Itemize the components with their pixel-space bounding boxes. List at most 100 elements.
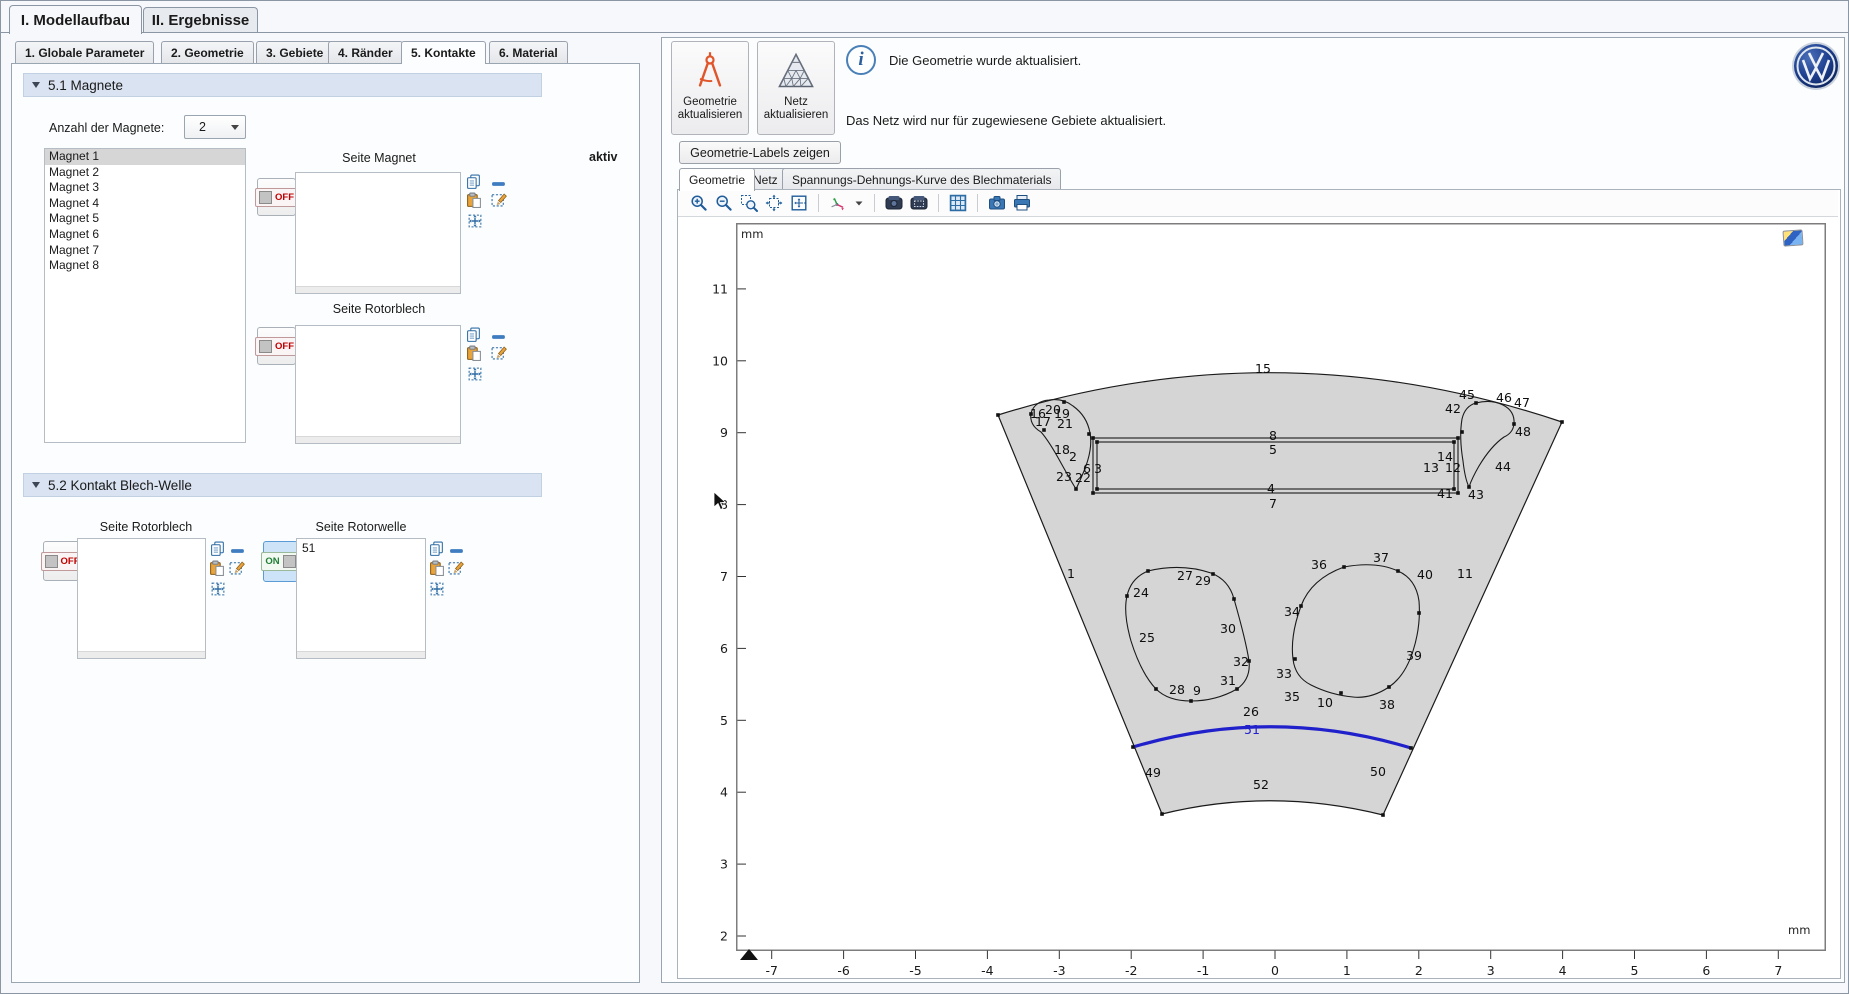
- paste-selection-icon[interactable]: [466, 345, 482, 361]
- app-window: I. Modellaufbau II. Ergebnisse 1. Global…: [0, 0, 1849, 994]
- paste-selection-icon[interactable]: [209, 560, 225, 576]
- zoom-to-selection-icon[interactable]: [467, 213, 483, 229]
- boundary-label-45: 45: [1459, 387, 1475, 402]
- toggle-off-label: OFF: [275, 341, 294, 352]
- tab-kontakte[interactable]: 5. Kontakte: [401, 41, 486, 64]
- paste-selection-icon[interactable]: [429, 560, 445, 576]
- section-kontakt[interactable]: 5.2 Kontakt Blech-Welle: [23, 473, 542, 497]
- copy-selection-icon[interactable]: [466, 327, 482, 343]
- anzahl-magnete-dropdown[interactable]: 2: [184, 115, 246, 139]
- magnet-list-item[interactable]: Magnet 4: [45, 196, 245, 212]
- chevron-down-icon: [231, 125, 239, 130]
- boundary-label-40: 40: [1417, 567, 1433, 582]
- tab-ergebnisse-label: II. Ergebnisse: [152, 12, 250, 29]
- tab-gebiete[interactable]: 3. Gebiete: [256, 41, 333, 63]
- boundary-label-27: 27: [1177, 568, 1193, 583]
- view-orientation-dropdown-icon[interactable]: [852, 192, 866, 214]
- section-magnete[interactable]: 5.1 Magnete: [23, 73, 542, 97]
- plot-thumbnail-icon[interactable]: [1782, 229, 1803, 246]
- kontakt-rotorwelle-selection-box[interactable]: 51: [296, 538, 426, 659]
- remove-selection-icon[interactable]: [491, 176, 507, 192]
- print-icon[interactable]: [1011, 192, 1033, 214]
- zoom-out-icon[interactable]: [713, 192, 735, 214]
- boundary-label-51: 51: [1244, 722, 1260, 737]
- magnet-list-item[interactable]: Magnet 7: [45, 243, 245, 259]
- magnet-list-item[interactable]: Magnet 3: [45, 180, 245, 196]
- boundary-label-4: 4: [1267, 481, 1275, 496]
- zoom-to-selection-icon[interactable]: [429, 581, 445, 597]
- zoom-in-icon[interactable]: [688, 192, 710, 214]
- tab-geometrie[interactable]: 2. Geometrie: [161, 41, 254, 63]
- fit-view-icon[interactable]: [788, 192, 810, 214]
- boundary-label-35: 35: [1284, 689, 1300, 704]
- svg-text:1: 1: [1343, 963, 1351, 978]
- zoom-box-icon[interactable]: [738, 192, 760, 214]
- view-tab-geometrie[interactable]: Geometrie: [679, 168, 755, 191]
- tab-material[interactable]: 6. Material: [489, 41, 568, 63]
- hscrollbar[interactable]: [78, 651, 205, 658]
- boundary-label-52: 52: [1253, 777, 1269, 792]
- magnet-list-item[interactable]: Magnet 2: [45, 165, 245, 181]
- tab-label: 3. Gebiete: [266, 46, 323, 60]
- boundary-label-30: 30: [1220, 621, 1236, 636]
- tab-raender[interactable]: 4. Ränder: [328, 41, 403, 63]
- selection-item[interactable]: 51: [297, 539, 425, 555]
- magnet-list-item[interactable]: Magnet 1: [45, 149, 245, 165]
- clear-selection-icon[interactable]: [229, 559, 245, 575]
- toggle-off-label: OFF: [275, 192, 294, 203]
- kontakt-rotorblech-selection-box[interactable]: [77, 538, 206, 659]
- hscrollbar[interactable]: [296, 436, 460, 443]
- magnet-list-item[interactable]: Magnet 5: [45, 211, 245, 227]
- seite-magnet-selection-box[interactable]: [295, 172, 461, 294]
- svg-text:5: 5: [1631, 963, 1639, 978]
- svg-text:6: 6: [1702, 963, 1710, 978]
- show-geometry-labels-label: Geometrie-Labels zeigen: [690, 146, 830, 160]
- kontakt-rotorblech-toggle[interactable]: OFF: [43, 541, 81, 581]
- magnet-list[interactable]: Magnet 1Magnet 2Magnet 3Magnet 4Magnet 5…: [44, 148, 246, 443]
- y-axis-unit: mm: [741, 227, 763, 241]
- snapshot-camera-icon[interactable]: [986, 192, 1008, 214]
- clear-selection-icon[interactable]: [491, 344, 507, 360]
- update-mesh-button[interactable]: Netz aktualisieren: [757, 41, 835, 135]
- copy-selection-icon[interactable]: [429, 541, 445, 557]
- seite-rotorblech-toggle[interactable]: OFF: [257, 327, 296, 365]
- seite-rotorblech-selection-box[interactable]: [295, 325, 461, 444]
- boundary-label-5: 5: [1269, 442, 1277, 457]
- tab-ergebnisse[interactable]: II. Ergebnisse: [143, 7, 258, 33]
- boundary-label-2: 2: [1069, 449, 1077, 464]
- vw-logo: [1791, 41, 1841, 91]
- paste-selection-icon[interactable]: [466, 192, 482, 208]
- tab-label: 4. Ränder: [338, 46, 393, 60]
- zoom-to-selection-icon[interactable]: [467, 366, 483, 382]
- tab-globale-parameter[interactable]: 1. Globale Parameter: [15, 41, 154, 63]
- window-divider: [1, 32, 1848, 33]
- tab-modellaufbau[interactable]: I. Modellaufbau: [9, 5, 142, 34]
- svg-text:2: 2: [720, 929, 728, 944]
- kontakt-rotorwelle-title: Seite Rotorwelle: [315, 520, 406, 534]
- remove-selection-icon[interactable]: [449, 543, 465, 559]
- seite-magnet-toggle[interactable]: OFF: [257, 178, 296, 216]
- magnet-list-item[interactable]: Magnet 8: [45, 258, 245, 274]
- copy-selection-icon[interactable]: [466, 174, 482, 190]
- view-tab-spannungs-kurve[interactable]: Spannungs-Dehnungs-Kurve des Blechmateri…: [782, 168, 1061, 190]
- update-geometry-button[interactable]: Geometrie aktualisieren: [671, 41, 749, 135]
- kontakt-rotorwelle-toggle[interactable]: ON: [263, 541, 298, 582]
- hscrollbar[interactable]: [297, 651, 425, 658]
- zoom-extents-icon[interactable]: [763, 192, 785, 214]
- magnet-list-item[interactable]: Magnet 6: [45, 227, 245, 243]
- boundary-label-43: 43: [1468, 487, 1484, 502]
- clear-selection-icon[interactable]: [491, 191, 507, 207]
- tab-label: Netz: [753, 173, 778, 187]
- hscrollbar[interactable]: [296, 286, 460, 293]
- copy-selection-icon[interactable]: [210, 541, 226, 557]
- transparency-icon[interactable]: [908, 192, 930, 214]
- grid-icon[interactable]: [947, 192, 969, 214]
- remove-selection-icon[interactable]: [491, 329, 507, 345]
- view-orientation-icon[interactable]: [827, 192, 849, 214]
- scene-light-icon[interactable]: [883, 192, 905, 214]
- show-geometry-labels-button[interactable]: Geometrie-Labels zeigen: [679, 141, 841, 164]
- zoom-to-selection-icon[interactable]: [210, 581, 226, 597]
- clear-selection-icon[interactable]: [448, 559, 464, 575]
- geometry-plot[interactable]: 1516201917211822322638547141312414345464…: [736, 223, 1826, 951]
- remove-selection-icon[interactable]: [230, 543, 246, 559]
